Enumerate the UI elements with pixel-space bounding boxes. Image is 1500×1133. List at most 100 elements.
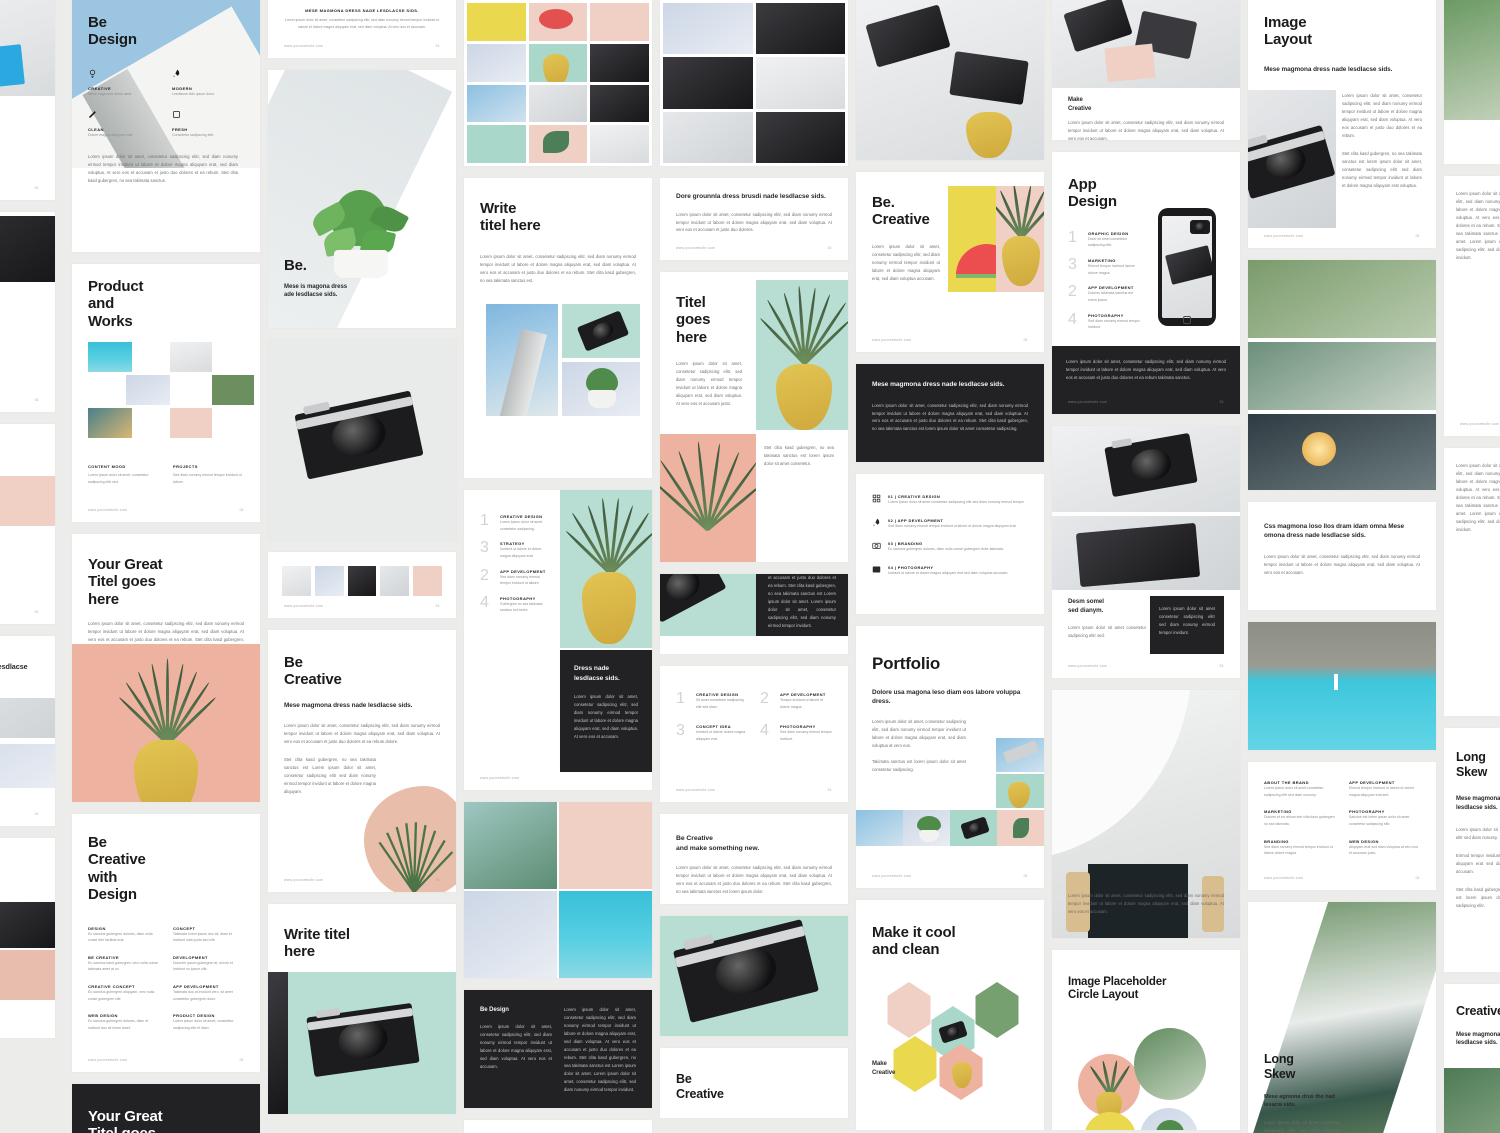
item-text: Takimata duo at invidunt vero, sit amet …: [173, 990, 233, 1001]
slide-bullet-pairs[interactable]: ABOUT THE BRAND Lorem ipsum dolor sit ame…: [1248, 762, 1436, 890]
item-number: 1: [480, 512, 489, 529]
slide-card[interactable]: Lorem ipsum dolor sit amet, consetetur s…: [1444, 448, 1500, 716]
slide-title: Write titel here: [480, 200, 541, 235]
slide-be-creative-blob[interactable]: Be Creative Mese magmona dress nade lesd…: [268, 630, 456, 892]
item-text: Lorem ipsum dolor sit amet consetetur sa…: [500, 520, 543, 531]
slide-collage-top[interactable]: [660, 0, 848, 166]
slide-dore-grounnla[interactable]: Dore grounnla dress brusdi nade lesdlacs…: [660, 178, 848, 260]
slide-ocean-photo[interactable]: [1248, 622, 1436, 750]
footer-right: 01: [34, 812, 39, 816]
slide-long-skew-right[interactable]: Long Skew Mese magmona dress nade lesdla…: [1444, 728, 1500, 972]
slide-image-layout[interactable]: Image Layout Mese magmona dress nade les…: [1248, 0, 1436, 248]
slide-title: Your Great Titel goes here: [88, 556, 163, 608]
slide-long-skew-left[interactable]: Long Skew Mese agmona drus the nad lesac…: [1248, 902, 1436, 1133]
slide-paragraph: Lorem ipsum dolor sit amet, consetetur s…: [1068, 120, 1224, 140]
slide-mese-magmona-dark[interactable]: Mese magmona dress nade lesdlacse sids. …: [856, 364, 1044, 462]
numbered-item: 4 PHOTOGRAPHY Sed diam nonumy eirmod temp…: [1068, 311, 1140, 331]
slide-image-placeholder-circle[interactable]: Image Placeholder Circle Layout: [1052, 950, 1240, 1130]
footer-right: 01: [1023, 338, 1028, 342]
slide-icon-list[interactable]: 01 | CREATIVE DESIGN Lorem ipsum dolor si…: [856, 474, 1044, 614]
slide-subtitle: Mese is magona dress ade lesdlacse sids.: [284, 283, 348, 299]
slide-be-creative-bottom[interactable]: Be Creative: [660, 1048, 848, 1118]
item-text: Lorem ipsum dolor sit amet consetetur sa…: [0, 302, 39, 309]
item-number: 1: [1068, 228, 1077, 246]
slide-paragraph: Lorem ipsum dolor sit amet, consetetur s…: [872, 402, 1028, 432]
slide-camera-mint-big[interactable]: [660, 916, 848, 1036]
slide-photo-stack[interactable]: [1248, 260, 1436, 490]
slide-paragraph: Takimata sanctus est lorem ipsum dolor s…: [872, 759, 966, 773]
slide-card[interactable]: www.yourwebsite.com 01: [0, 424, 55, 624]
slide-write-titel-here[interactable]: Write titel here Lorem ipsum dolor sit a…: [464, 178, 652, 478]
slide-card[interactable]: Mese magmona dress nade lesdlacse sids. …: [0, 636, 55, 826]
slide-subtitle: Mese magmona dress nade lesdlacse sids.: [1456, 1031, 1500, 1047]
slide-titel-goes-here[interactable]: Titel goes here Lorem ipsum dolor sit am…: [660, 272, 848, 562]
slide-css-magmona[interactable]: Css magmona loso llos dram idam omna Mes…: [1248, 502, 1436, 610]
feature-item: FRESH Consetetur sadipscing elitr.: [172, 106, 244, 139]
footer-left: www.yourwebsite.com: [284, 878, 324, 882]
layers-icon: [173, 111, 180, 119]
slide-be-design[interactable]: Be Design CREATIVE Mese magmona dress na…: [72, 0, 260, 252]
icon-list-item: 04 | PHOTOGRAPHY Invidunt ut labore et do…: [872, 565, 1028, 577]
footer-left: www.yourwebsite.com: [1264, 876, 1304, 880]
slide-be-creative-with-design[interactable]: Be Creative with Design DESIGN Eu sanctus…: [72, 814, 260, 1072]
column-label: PROJECTS: [173, 464, 198, 469]
slide-be-creative-watermelon[interactable]: Be. Creative Lorem ipsum dolor sit amet,…: [856, 172, 1044, 352]
item-text: Eirmod tempor invidunt labore dolore mag…: [1088, 264, 1135, 275]
slide-devices-photo[interactable]: [856, 0, 1044, 160]
numbered-item: 3 STRATEGY Invidunt ut labore et dolore m…: [480, 540, 548, 559]
grid-icon: [872, 494, 881, 503]
slide-card[interactable]: [0, 838, 55, 1038]
slide-be-design-small[interactable]: Be Design Mese magmona dress nade lesdla…: [464, 1120, 652, 1133]
slide-card[interactable]: ABOUT THE BRAND Lorem ipsum dolor sit am…: [0, 212, 55, 412]
slide-subtitle: Mese magmona dress nade lesdlacse sids.: [1456, 796, 1500, 811]
gallery-column-2: Mese magmona dress nade lesdlacse sids. …: [268, 0, 456, 1114]
slide-footer: www.yourwebsite.com 01: [284, 44, 440, 48]
item-text: Dolores et ea rebum stet clita kasd gube…: [1264, 815, 1335, 826]
item-text: Invidunt ut labore et dolore magna aliqu…: [888, 570, 1009, 575]
slide-creative-right[interactable]: Creative Mese magmona dress nade lesdlac…: [1444, 984, 1500, 1133]
slide-be-dot[interactable]: Be. Mese is magona dress ade lesdlacse s…: [268, 70, 456, 328]
slide-card[interactable]: www.yourwebsite.com 01: [0, 0, 55, 200]
slide-footer: www.yourwebsite.com: [1460, 422, 1500, 426]
slide-make-it-cool[interactable]: Make it cool and clean Make Creative: [856, 900, 1044, 1130]
slide-card[interactable]: www.yourwebsite.com 01: [268, 552, 456, 618]
slide-footer: www.yourwebsite.com: [480, 776, 560, 780]
slide-numbered-four[interactable]: 1 CREATIVE DESIGN Sit amet consetetur sad…: [660, 666, 848, 802]
slide-title: Be. Creative: [872, 194, 930, 229]
slide-footer: www.yourwebsite.com 01: [676, 788, 832, 792]
numbered-item: 4 PHOTOGRAPHY Gubergren no sea takimata s…: [480, 593, 548, 614]
item-label: APP DEVELOPMENT: [0, 317, 39, 322]
slide-dark-two-col[interactable]: Be Design Lorem ipsum dolor sit amet, co…: [464, 990, 652, 1108]
slide-app-design[interactable]: App Design 1 GRAPHIC DESIGN Dolor sit ame…: [1052, 152, 1240, 414]
item-block: WEB DESIGN Aliquyam erat sed diam voluptu…: [1349, 839, 1420, 857]
slide-camera-photo[interactable]: [268, 340, 456, 540]
feature-text: Dolore magna aliquyam erat.: [88, 133, 133, 138]
gallery-column-1: Be Design CREATIVE Mese magmona dress na…: [72, 0, 260, 1133]
slide-footer: www.yourwebsite.com 01: [1264, 234, 1420, 238]
item-text: Eu sanctus kasd gubergren, vero nulla co…: [88, 960, 159, 972]
slide-moodboard[interactable]: [464, 0, 652, 166]
slide-numbered-pineapple[interactable]: 1 CREATIVE DESIGN Lorem ipsum dolor sit a…: [464, 490, 652, 790]
slide-card[interactable]: Lorem ipsum dolor sit amet, consetetur s…: [1444, 176, 1500, 436]
slide-your-great-titel-dark[interactable]: Your Great Titel goes here: [72, 1084, 260, 1133]
slide-photo-grid[interactable]: [464, 802, 652, 978]
slide-camera-mint[interactable]: Lorem ipsum dolor sit amet, consetetur s…: [660, 574, 848, 654]
item-block: BRANDING Sed diam nonumy eirmod tempor in…: [1264, 839, 1335, 857]
slide-portfolio[interactable]: Portfolio Dolore usa magona leso diam eo…: [856, 626, 1044, 888]
column-block: CONTENT MOOD Lorem ipsum dolor sit amet,…: [88, 464, 159, 485]
slide-devices-top[interactable]: Make Creative Lorem ipsum dolor sit amet…: [1052, 0, 1240, 140]
slide-card[interactable]: [1444, 0, 1500, 164]
item-text: Eirmod tempor invidunt ut labore et dolo…: [1349, 786, 1415, 797]
slide-desm-somel[interactable]: Desm somel sed dianym. Lorem ipsum dolor…: [1052, 426, 1240, 678]
slide-card[interactable]: Mese magmona dress nade lesdlacse sids. …: [268, 0, 456, 58]
slide-subtitle: Mese magmona dress nade lesdlacse sids.: [284, 701, 413, 709]
gallery-column-7: Image Layout Mese magmona dress nade les…: [1248, 0, 1436, 1133]
slide-be-creative-make[interactable]: Be Creative and make something new. Lore…: [660, 814, 848, 904]
slide-product-and-works[interactable]: Product and Works CONTENT MOOD Lorem ips…: [72, 264, 260, 522]
slide-your-great-titel[interactable]: Your Great Titel goes here Lorem ipsum d…: [72, 534, 260, 802]
feature-text: Consetetur sadipscing elitr.: [172, 133, 215, 138]
item-number: 4: [480, 593, 489, 611]
slide-interior-photo[interactable]: Lorem ipsum dolor sit amet, consetetur s…: [1052, 690, 1240, 938]
slide-footer: www.yourwebsite.com 01: [1264, 876, 1420, 880]
slide-write-titel-here-b[interactable]: Write titel here: [268, 904, 456, 1114]
